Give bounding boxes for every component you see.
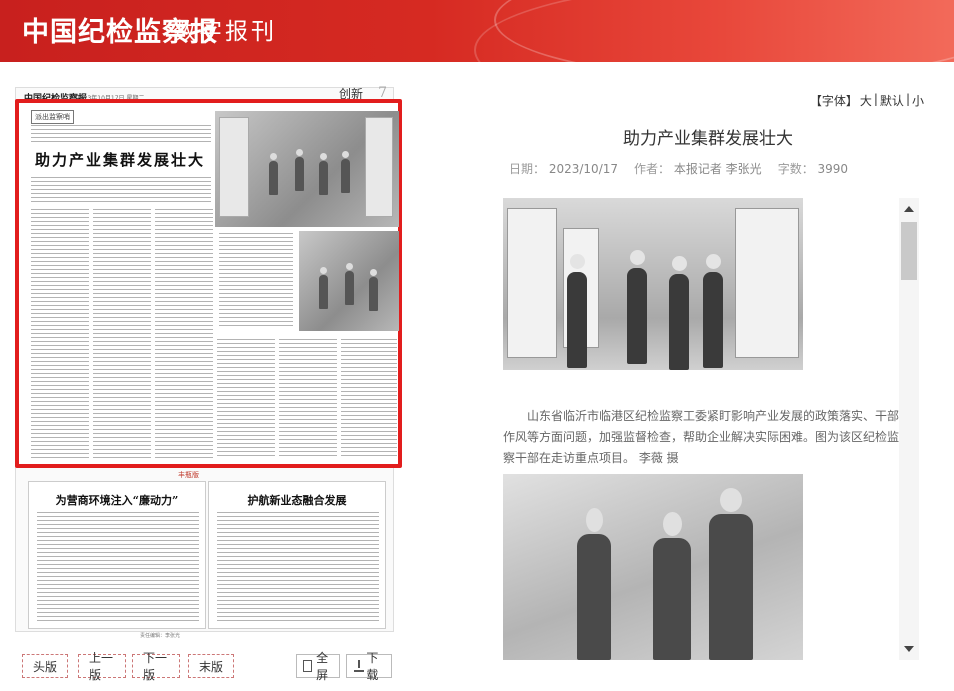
article-kicker: 派出监察哨 [31, 110, 74, 124]
site-subtitle: 数字报刊 [173, 19, 277, 45]
selected-article-highlight[interactable]: 派出监察哨 助力产业集群发展壮大 [15, 99, 402, 468]
first-page-button[interactable]: 头版 [22, 654, 68, 678]
photo-person [627, 250, 647, 364]
author-value: 本报记者 李张光 [673, 162, 762, 176]
photo-shelf [219, 117, 249, 217]
photo-person [567, 254, 587, 368]
article-text [217, 512, 379, 622]
article-text [37, 512, 199, 622]
article-title: 助力产业集群发展壮大 [623, 129, 793, 149]
prev-page-button[interactable]: 上一版 [78, 651, 126, 682]
photo-caption-text [219, 233, 293, 329]
photo-shelf [735, 208, 799, 358]
photo-person [703, 254, 723, 368]
article-author-field: 作者： 本报记者 李张光 [634, 160, 762, 177]
article-body[interactable]: 山东省临沂市临港区纪检监察工委紧盯影响产业发展的政策落实、干部作风等方面问题，加… [503, 198, 899, 660]
article-second-photo [503, 474, 803, 660]
download-icon [353, 660, 365, 672]
photo-person [319, 267, 328, 309]
lower-section-label: 丰瓶版 [178, 471, 199, 479]
fullscreen-button[interactable]: 全屏 [296, 651, 340, 682]
article-photo-1[interactable] [215, 111, 399, 227]
photo-person [653, 512, 691, 660]
font-large-button[interactable]: 大 [860, 92, 872, 109]
arrow-down-icon[interactable] [904, 646, 914, 652]
font-separator: | [873, 92, 878, 106]
article-lead-text [31, 125, 211, 143]
photo-person [269, 153, 278, 195]
photo-person [295, 149, 304, 191]
author-label: 作者： [634, 162, 671, 176]
fullscreen-icon [303, 660, 313, 672]
date-value: 2023/10/17 [548, 162, 619, 176]
article-text [31, 209, 89, 459]
photo-person [319, 153, 328, 195]
words-label: 字数： [777, 162, 814, 176]
next-page-button[interactable]: 下一版 [132, 651, 180, 682]
article-text [217, 339, 275, 459]
paper-footer: 责任编辑：李张光 [140, 633, 181, 639]
photo-caption: 山东省临沂市临港区纪检监察工委紧盯影响产业发展的政策落实、干部作风等方面问题，加… [503, 409, 899, 465]
article-text [31, 177, 211, 203]
photo-person [341, 151, 350, 193]
lower-left-headline: 为营商环境注入“廉动力” [55, 494, 179, 507]
article-headline: 助力产业集群发展壮大 [35, 151, 206, 169]
download-label: 下载 [366, 651, 379, 682]
font-separator: | [905, 92, 910, 106]
header-wave-decoration-2 [474, 0, 954, 62]
words-value: 3990 [817, 162, 849, 176]
download-button[interactable]: 下载 [346, 651, 392, 682]
article-text [93, 209, 151, 459]
article-text [155, 209, 213, 459]
site-header: 中国纪检监察报 数字报刊 [0, 0, 954, 62]
font-small-button[interactable]: 小 [912, 92, 924, 109]
fullscreen-label: 全屏 [316, 651, 329, 682]
date-label: 日期： [509, 162, 546, 176]
last-page-button[interactable]: 末版 [188, 654, 234, 678]
article-words-field: 字数： 3990 [778, 160, 848, 177]
article-date-field: 日期： 2023/10/17 [509, 160, 618, 177]
font-size-controls: 【字体】 大 | 默认 | 小 [810, 92, 924, 109]
article-scrollbar[interactable] [899, 198, 919, 660]
font-size-label: 【字体】 [809, 94, 858, 108]
lower-right-headline: 护航新业态融合发展 [247, 494, 347, 507]
photo-shelf [365, 117, 393, 217]
article-text [279, 339, 337, 459]
article-block-lower-left[interactable]: 为营商环境注入“廉动力” [28, 481, 206, 629]
article-photo-2[interactable] [299, 231, 399, 331]
scrollbar-thumb[interactable] [901, 222, 917, 280]
article-main-photo [503, 198, 803, 370]
article-block-lower-right[interactable]: 护航新业态融合发展 [208, 481, 386, 629]
photo-person [709, 488, 753, 660]
photo-person [369, 269, 378, 311]
article-text [341, 339, 397, 459]
photo-person [345, 263, 354, 305]
photo-person [577, 508, 611, 660]
article-meta: 日期： 2023/10/17 作者： 本报记者 李张光 字数： 3990 [509, 160, 848, 177]
arrow-up-icon[interactable] [904, 206, 914, 212]
photo-shelf [507, 208, 557, 358]
font-default-button[interactable]: 默认 [880, 92, 904, 109]
photo-person [669, 256, 689, 370]
